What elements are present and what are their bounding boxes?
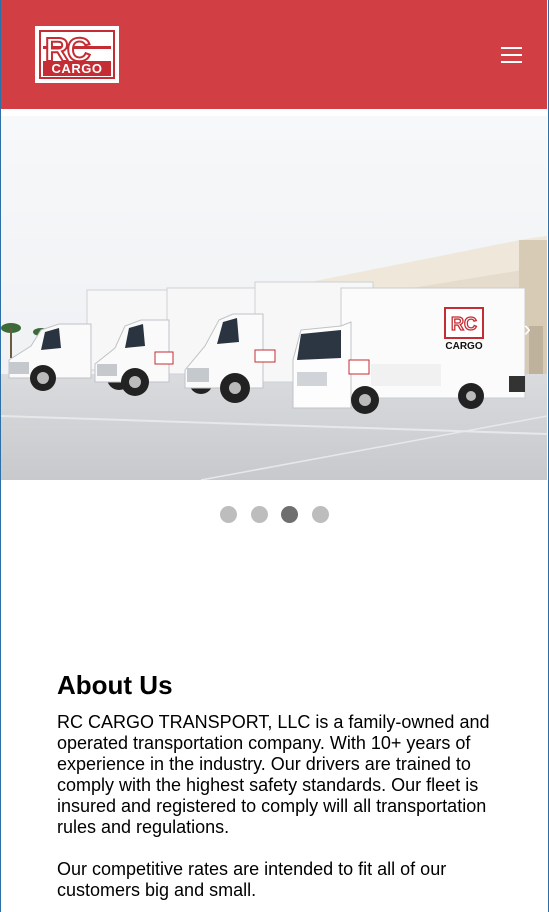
logo-border: RC CARGO [39,30,115,79]
carousel-dot-4[interactable] [311,506,329,523]
rc-cargo-logo[interactable]: RC CARGO [35,26,119,83]
about-paragraph-2: Our competitive rates are intended to fi… [57,859,447,900]
carousel-dot-2[interactable] [250,506,268,523]
about-title: About Us [57,670,173,700]
hamburger-menu-icon[interactable] [499,44,525,66]
svg-text:RC: RC [451,314,477,334]
carousel-dot-1[interactable] [220,506,238,523]
svg-text:CARGO: CARGO [445,341,482,352]
menu-line [501,61,522,63]
menu-line [501,54,522,56]
hero-carousel[interactable]: RC CARGO › [1,116,547,480]
logo-cargo-text: CARGO [43,61,111,76]
about-paragraph-1: RC CARGO TRANSPORT, LLC is a family-owne… [57,712,490,837]
fleet-trucks-photo: RC CARGO [1,116,547,480]
carousel-indicators [0,506,549,524]
menu-line [501,47,522,49]
carousel-next-chevron-icon[interactable]: › [524,316,531,342]
about-section: About Us RC CARGO TRANSPORT, LLC is a fa… [57,668,507,901]
site-header: RC CARGO [1,0,547,109]
carousel-dot-3[interactable] [281,506,299,523]
